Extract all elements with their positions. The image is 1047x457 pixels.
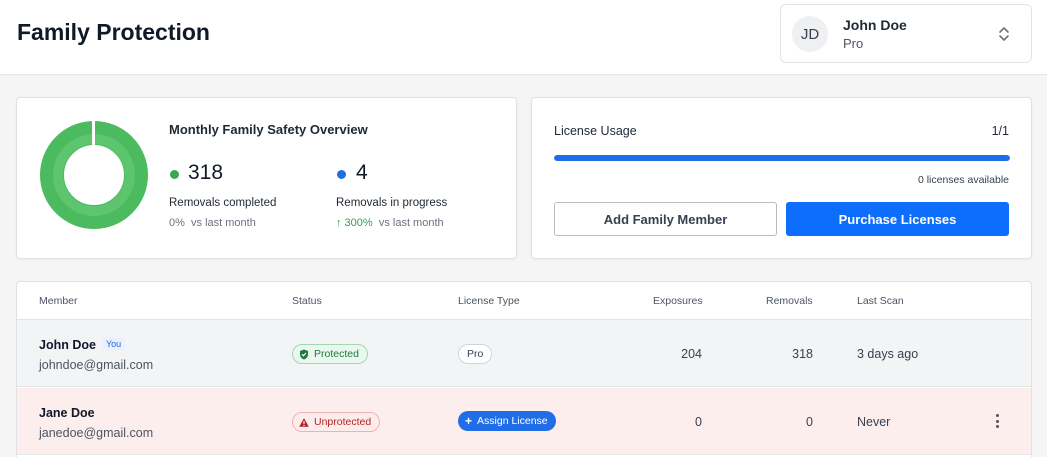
removals-completed-change: 0% vs last month [169,217,256,229]
license-usage-bar [554,155,1010,161]
column-header-member[interactable]: Member [39,295,78,307]
table-row[interactable]: John Doe You johndoe@gmail.com Protected … [17,320,1031,387]
member-name-text: John Doe [39,338,96,352]
table-header: Member Status License Type Exposures Rem… [17,282,1031,320]
member-email: johndoe@gmail.com [39,358,154,372]
shield-check-icon [300,349,308,359]
column-header-license-type[interactable]: License Type [458,295,520,307]
completed-dot [170,170,179,179]
removals-donut-chart [40,121,148,229]
license-usage-label: License Usage [554,124,637,138]
change-value: ↑ 300% [336,217,373,229]
column-header-status[interactable]: Status [292,295,322,307]
removals-completed-value: 318 [188,161,224,184]
column-header-removals[interactable]: Removals [766,295,813,307]
column-header-last-scan[interactable]: Last Scan [857,295,904,307]
account-name: John Doe [843,17,907,33]
members-table: Member Status License Type Exposures Rem… [16,281,1032,457]
last-scan-value: Never [857,415,891,429]
you-badge: You [101,338,126,350]
page-title: Family Protection [17,19,210,45]
more-vertical-icon[interactable] [993,412,1001,430]
account-switcher[interactable]: JD John Doe Pro [780,4,1032,63]
removals-value: 318 [792,347,813,361]
license-usage-count: 1/1 [991,124,1009,138]
removals-value: 0 [806,415,813,429]
status-badge: Protected [292,344,368,364]
top-bar: Family Protection JD John Doe Pro [0,0,1047,75]
last-scan-value: 3 days ago [857,347,919,361]
column-header-exposures[interactable]: Exposures [653,295,703,307]
overview-title: Monthly Family Safety Overview [169,122,368,137]
removals-in-progress-label: Removals in progress [336,197,448,209]
assign-license-button[interactable]: + Assign License [458,411,556,431]
table-row[interactable]: Jane Doe janedoe@gmail.com Unprotected +… [17,388,1031,455]
assign-license-label: Assign License [477,415,548,427]
status-badge: Unprotected [292,412,381,432]
removals-completed-label: Removals completed [169,197,277,209]
change-value: 0% [169,217,185,229]
exposures-value: 204 [681,347,702,361]
account-plan: Pro [843,36,864,51]
license-usage-fill [554,155,1010,161]
safety-overview-card: Monthly Family Safety Overview 318 Remov… [16,97,517,259]
member-email: janedoe@gmail.com [39,426,154,440]
status-text: Protected [314,348,359,360]
member-name: John Doe You [39,338,126,352]
exposures-value: 0 [695,415,702,429]
license-type-pill: Pro [458,344,493,364]
in-progress-dot [337,170,346,179]
licenses-available-text: 0 licenses available [917,174,1009,186]
change-suffix: vs last month [378,217,444,229]
removals-in-progress-change: ↑ 300% vs last month [336,217,444,229]
purchase-licenses-button[interactable]: Purchase Licenses [786,202,1009,236]
change-suffix: vs last month [191,217,256,229]
status-text: Unprotected [314,416,372,428]
warning-triangle-icon [299,417,309,427]
add-family-member-button[interactable]: Add Family Member [554,202,777,236]
member-name: Jane Doe [39,406,95,420]
plus-icon: + [465,414,473,428]
avatar: JD [792,16,828,52]
chevron-up-down-icon [999,27,1009,41]
removals-in-progress-value: 4 [356,161,368,184]
license-usage-card: License Usage 1/1 0 licenses available A… [531,97,1032,259]
